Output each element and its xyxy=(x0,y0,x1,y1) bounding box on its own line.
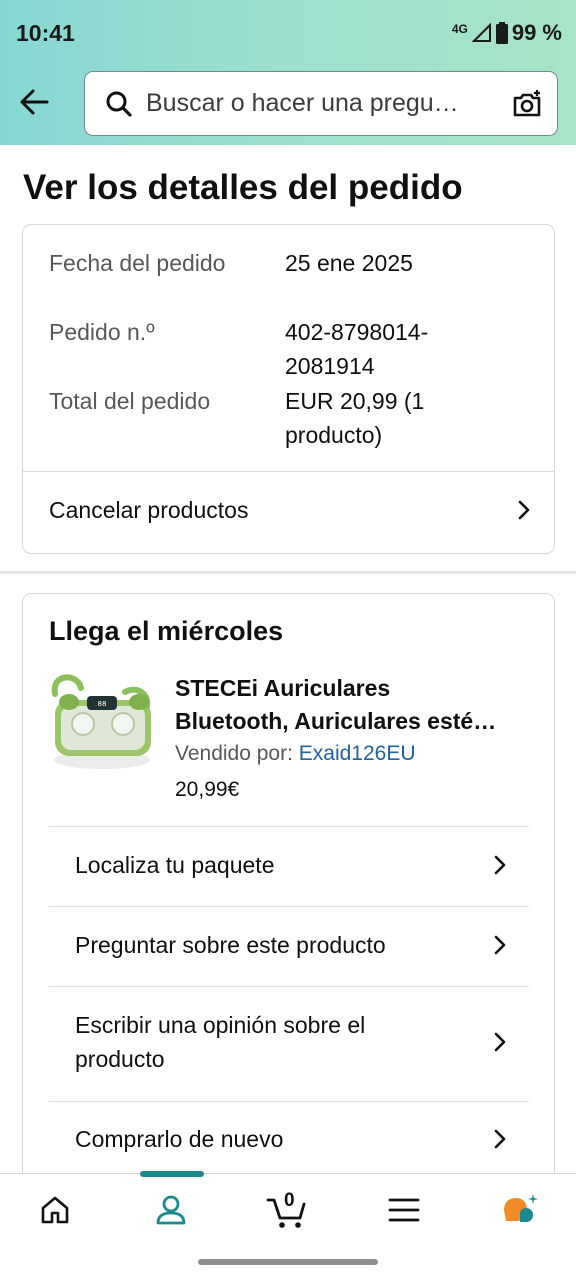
search-input[interactable]: Buscar o hacer una pregu… xyxy=(84,71,558,136)
product-title-line2: Bluetooth, Auriculares esté… xyxy=(175,708,497,734)
chevron-right-icon xyxy=(494,1129,506,1149)
divider xyxy=(49,1101,529,1102)
order-total-row: Total del pedido EUR 20,99 (1 producto) xyxy=(49,384,424,448)
track-package-label: Localiza tu paquete xyxy=(75,852,275,878)
product-title-link[interactable]: STECEi Auriculares Bluetooth, Auriculare… xyxy=(175,672,535,738)
cancel-products-label: Cancelar productos xyxy=(49,497,249,523)
battery-percent: 99 % xyxy=(511,20,562,45)
signal-icon xyxy=(471,23,491,42)
product-image[interactable]: 88 xyxy=(47,672,157,774)
page-title: Ver los detalles del pedido xyxy=(23,168,463,207)
section-separator xyxy=(0,571,576,574)
header-bar: 10:41 4G 99 % Buscar o hacer una pregu… xyxy=(0,0,576,145)
svg-text:88: 88 xyxy=(98,700,107,708)
nav-account[interactable] xyxy=(123,1174,219,1246)
order-date-label: Fecha del pedido xyxy=(49,250,226,276)
battery-icon xyxy=(495,22,508,44)
product-title-line1: STECEi Auriculares xyxy=(175,675,391,701)
cancel-products-link[interactable]: Cancelar productos xyxy=(49,493,535,527)
ask-product-label: Preguntar sobre este producto xyxy=(75,932,386,958)
search-icon xyxy=(106,91,132,117)
divider xyxy=(49,826,529,827)
chevron-right-icon xyxy=(494,1032,506,1052)
cart-count: 0 xyxy=(284,1190,295,1211)
buy-again-link[interactable]: Comprarlo de nuevo xyxy=(75,1122,511,1156)
status-time: 10:41 xyxy=(16,20,75,46)
buy-again-label: Comprarlo de nuevo xyxy=(75,1126,284,1152)
nav-home[interactable] xyxy=(7,1174,103,1246)
product-price: 20,99€ xyxy=(175,778,240,801)
status-bar: 10:41 4G 99 % xyxy=(0,0,576,62)
arrival-heading: Llega el miércoles xyxy=(49,616,284,646)
divider xyxy=(49,986,529,987)
chevron-right-icon xyxy=(518,500,530,520)
order-summary-card: Fecha del pedido 25 ene 2025 Pedido n.º … xyxy=(22,224,555,554)
status-icons: 4G 99 % xyxy=(452,20,562,46)
ask-product-link[interactable]: Preguntar sobre este producto xyxy=(75,928,511,962)
user-icon xyxy=(156,1195,186,1225)
gesture-bar[interactable] xyxy=(198,1259,378,1265)
network-type: 4G xyxy=(451,22,468,36)
write-review-label: Escribir una opinión sobre el producto xyxy=(75,1012,366,1072)
home-icon xyxy=(41,1196,69,1224)
nav-rufus[interactable] xyxy=(472,1174,568,1246)
menu-icon xyxy=(388,1198,420,1222)
order-total-value: EUR 20,99 (1 producto) xyxy=(285,388,425,448)
nav-active-indicator xyxy=(140,1171,204,1177)
seller-info: Vendido por: Exaid126EU xyxy=(175,742,416,766)
camera-search-icon[interactable] xyxy=(511,88,543,120)
seller-prefix: Vendido por: xyxy=(175,742,299,765)
search-placeholder: Buscar o hacer una pregu… xyxy=(146,89,459,117)
order-date-row: Fecha del pedido 25 ene 2025 xyxy=(49,246,413,280)
write-review-link[interactable]: Escribir una opinión sobre el producto xyxy=(75,1008,511,1076)
chevron-right-icon xyxy=(494,855,506,875)
chevron-right-icon xyxy=(494,935,506,955)
seller-link[interactable]: Exaid126EU xyxy=(299,742,416,765)
assistant-icon xyxy=(504,1194,538,1222)
order-number-value: 402-8798014-2081914 xyxy=(285,319,429,379)
order-number-row: Pedido n.º 402-8798014-2081914 xyxy=(49,315,428,379)
nav-menu[interactable] xyxy=(356,1174,452,1246)
order-total-label: Total del pedido xyxy=(49,388,211,414)
divider xyxy=(23,471,554,472)
back-button[interactable] xyxy=(14,82,54,122)
track-package-link[interactable]: Localiza tu paquete xyxy=(75,848,511,882)
arrow-left-icon xyxy=(20,89,49,115)
order-date-value: 25 ene 2025 xyxy=(285,250,413,276)
order-number-label: Pedido n.º xyxy=(49,319,155,345)
shipment-card: Llega el miércoles 88 STECEi Auriculares… xyxy=(22,593,555,1193)
divider xyxy=(49,906,529,907)
